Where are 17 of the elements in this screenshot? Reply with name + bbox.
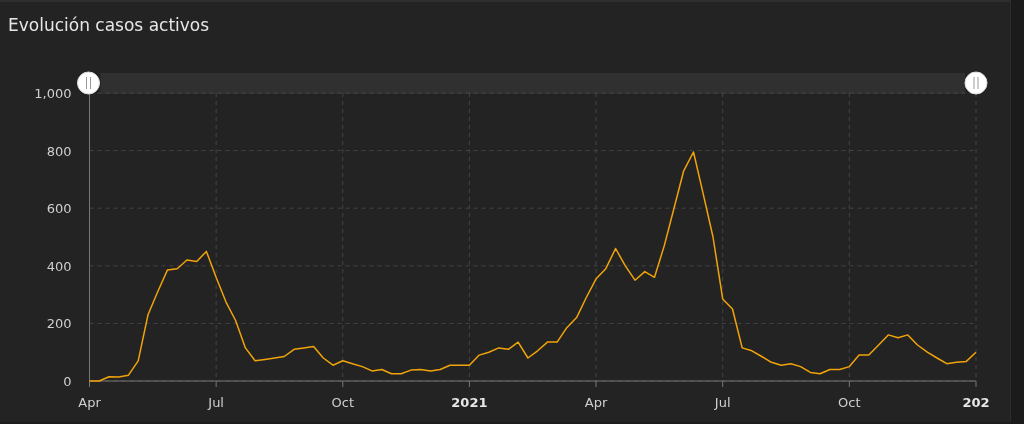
range-handle[interactable] <box>77 71 100 95</box>
range-handle[interactable] <box>964 71 988 95</box>
x-axis-label: Jul <box>208 395 224 410</box>
chart-title: Evolución casos activos <box>7 14 211 37</box>
x-axis-label: 2021 <box>451 395 488 410</box>
y-axis-label: 0 <box>63 374 72 389</box>
x-axis-label: Apr <box>584 395 608 410</box>
x-axis-label: Oct <box>838 395 861 410</box>
y-axis-label: 200 <box>46 316 72 332</box>
x-axis-label: Apr <box>78 395 101 410</box>
y-axis-label: 1,000 <box>34 86 72 101</box>
y-axis-label: 400 <box>46 258 72 274</box>
y-axis-label: 800 <box>46 143 72 159</box>
x-axis-label: Oct <box>331 395 355 410</box>
y-axis-label: 600 <box>46 201 72 217</box>
x-axis-label: Jul <box>714 395 731 410</box>
x-axis-label: 202 <box>962 395 990 410</box>
